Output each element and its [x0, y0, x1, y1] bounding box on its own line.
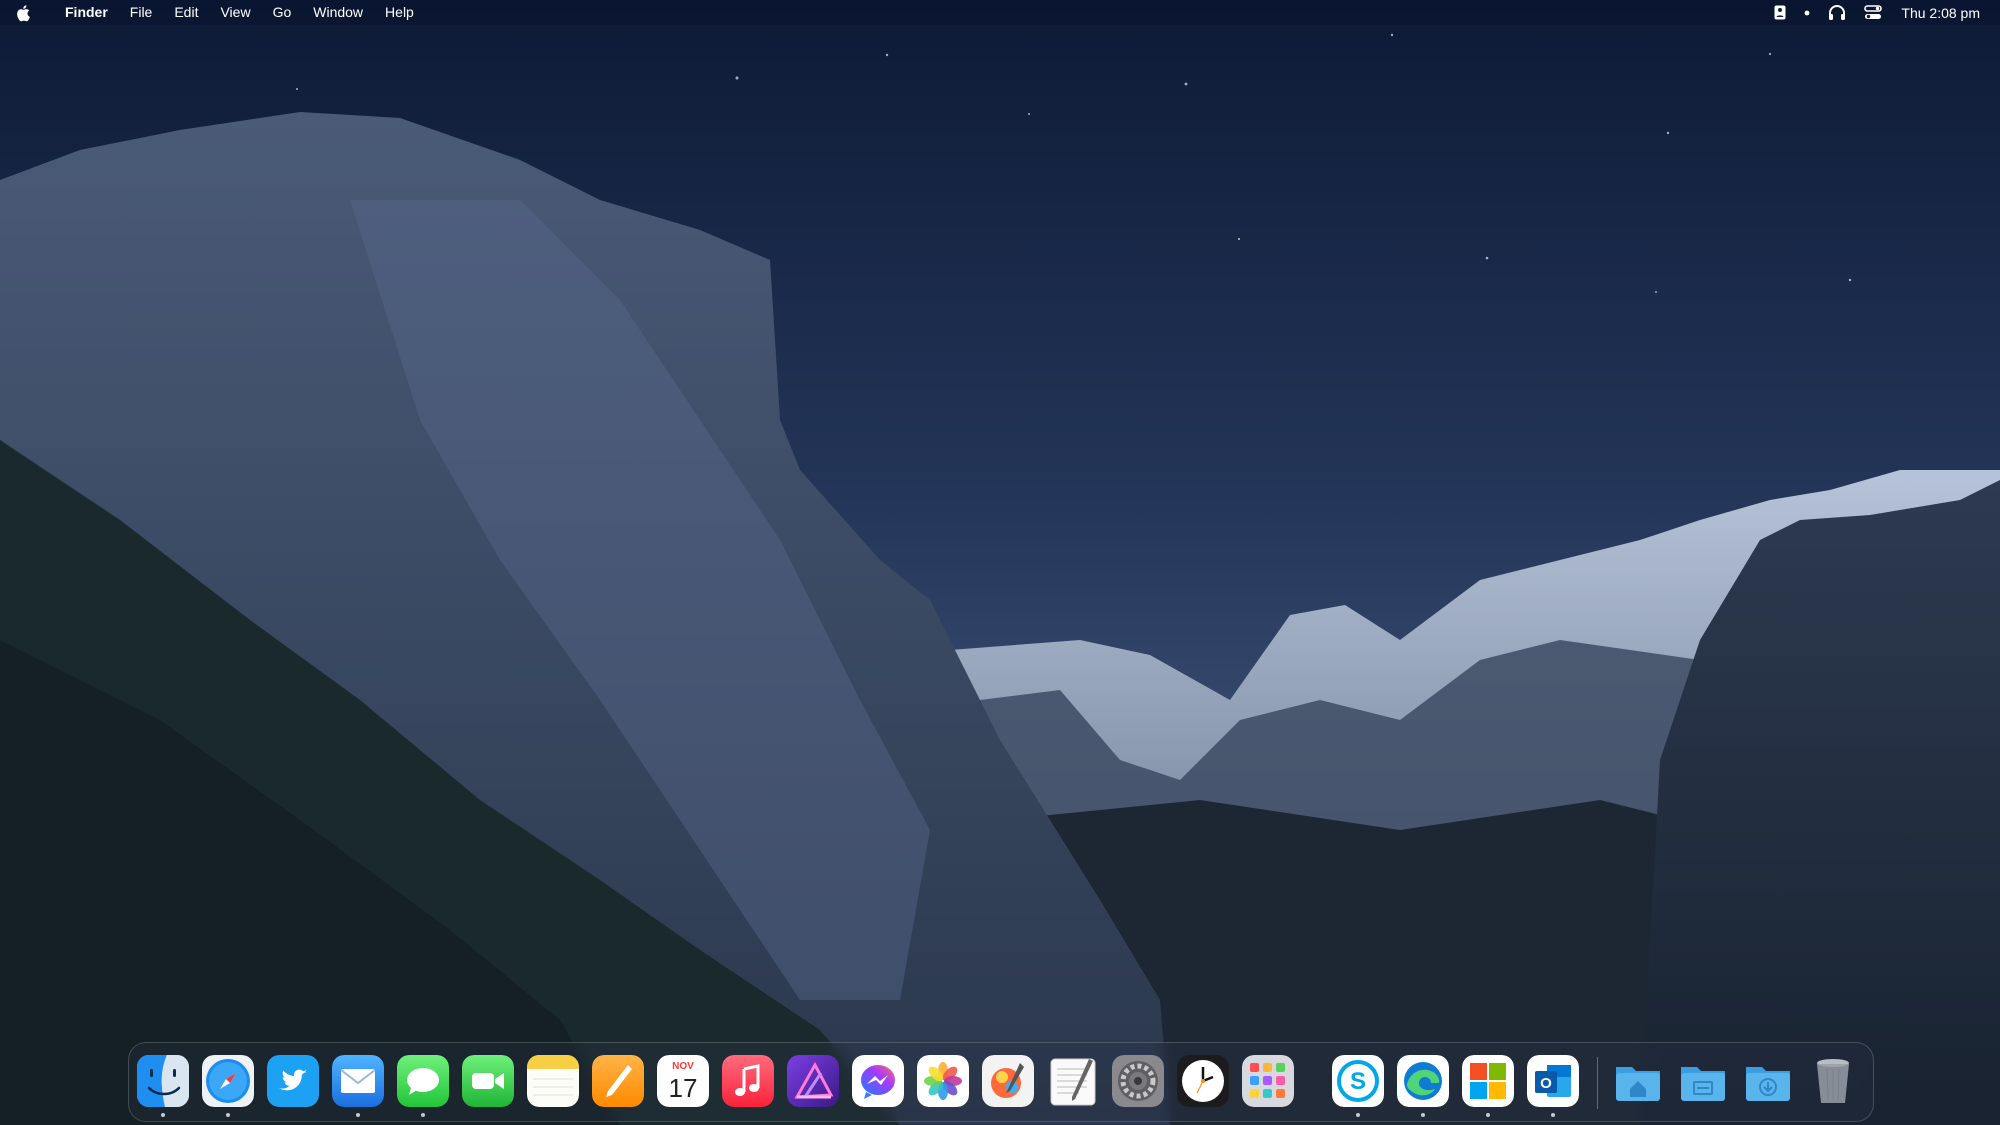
menu-view[interactable]: View [209, 0, 261, 25]
dock-stack-trash[interactable] [1807, 1055, 1859, 1107]
dock-app-finder[interactable] [137, 1055, 189, 1107]
dot-icon[interactable] [1804, 10, 1810, 16]
dock-app-launchpad[interactable] [1242, 1055, 1294, 1107]
running-indicator [1551, 1113, 1555, 1117]
safari-icon [202, 1055, 254, 1107]
dock-app-textedit[interactable] [1047, 1055, 1099, 1107]
dock-app-twitter[interactable] [267, 1055, 319, 1107]
apple-menu-icon[interactable] [16, 4, 38, 22]
dock-app-notes[interactable] [527, 1055, 579, 1107]
dock-stack-downloads[interactable] [1742, 1055, 1794, 1107]
svg-text:S: S [1350, 1068, 1366, 1095]
dock-app-skype[interactable]: S [1332, 1055, 1384, 1107]
pages-icon [592, 1055, 644, 1107]
dock-app-affinity[interactable] [787, 1055, 839, 1107]
menu-go[interactable]: Go [262, 0, 303, 25]
documents-folder-icon [1681, 1067, 1725, 1101]
notes-icon [527, 1055, 579, 1107]
headphones-icon[interactable] [1828, 4, 1846, 21]
pixelmator-icon [982, 1055, 1034, 1107]
textedit-icon [1050, 1058, 1096, 1106]
finder-icon [137, 1055, 189, 1107]
dock-app-system-preferences[interactable] [1112, 1055, 1164, 1107]
affinity-icon [787, 1055, 839, 1107]
calendar-day: 17 [669, 1073, 698, 1103]
dock-app-microsoft-store[interactable] [1462, 1055, 1514, 1107]
twitter-icon [267, 1055, 319, 1107]
music-icon [722, 1055, 774, 1107]
menu-window[interactable]: Window [302, 0, 374, 25]
launchpad-icon [1242, 1055, 1294, 1107]
trash-icon [1817, 1059, 1849, 1103]
dock-separator [1597, 1057, 1598, 1109]
running-indicator [1486, 1113, 1490, 1117]
microsoft-store-icon [1462, 1055, 1514, 1107]
dock-app-music[interactable] [722, 1055, 774, 1107]
dock-app-facetime[interactable] [462, 1055, 514, 1107]
dock-app-photos[interactable] [917, 1055, 969, 1107]
dock-app-safari[interactable] [202, 1055, 254, 1107]
facetime-icon [462, 1055, 514, 1107]
running-indicator [1421, 1113, 1425, 1117]
dock-app-pages[interactable] [592, 1055, 644, 1107]
dock-app-pixelmator[interactable] [982, 1055, 1034, 1107]
calendar-icon: NOV17 [657, 1055, 709, 1107]
menu-edit[interactable]: Edit [163, 0, 209, 25]
photos-icon [917, 1055, 969, 1107]
dock-app-calendar[interactable]: NOV 17 [657, 1055, 709, 1107]
dock-stack-documents[interactable] [1677, 1055, 1729, 1107]
running-indicator [161, 1113, 165, 1117]
menu-bar: Finder File Edit View Go Window Help Thu… [0, 0, 2000, 25]
system-preferences-icon [1112, 1055, 1164, 1107]
dock-app-mail[interactable] [332, 1055, 384, 1107]
messages-icon [397, 1055, 449, 1107]
dock-app-messenger[interactable] [852, 1055, 904, 1107]
dock-app-messages[interactable] [397, 1055, 449, 1107]
menu-bar-clock[interactable]: Thu 2:08 pm [1901, 5, 1980, 21]
control-center-icon[interactable] [1864, 5, 1883, 20]
svg-text:O: O [1540, 1075, 1552, 1092]
dock-stack-home[interactable] [1612, 1055, 1664, 1107]
menu-bar-status: Thu 2:08 pm [1765, 0, 2000, 25]
running-indicator [421, 1113, 425, 1117]
clock-icon [1177, 1055, 1229, 1107]
running-indicator [226, 1113, 230, 1117]
menu-bar-left: Finder File Edit View Go Window Help [0, 0, 425, 25]
menu-app-name[interactable]: Finder [54, 0, 119, 25]
outlook-icon: O [1527, 1055, 1579, 1107]
running-indicator [356, 1113, 360, 1117]
messenger-icon [852, 1055, 904, 1107]
user-account-icon[interactable] [1774, 5, 1786, 20]
dock: NOV 17 S O [128, 1042, 1874, 1122]
desktop-wallpaper [0, 0, 2000, 1125]
running-indicator [1356, 1113, 1360, 1117]
dock-app-edge[interactable] [1397, 1055, 1449, 1107]
mail-icon [332, 1055, 384, 1107]
downloads-folder-icon [1746, 1067, 1790, 1101]
skype-icon: S [1332, 1055, 1384, 1107]
home-folder-icon [1616, 1067, 1660, 1101]
edge-icon [1397, 1055, 1449, 1107]
menu-help[interactable]: Help [374, 0, 425, 25]
menu-file[interactable]: File [119, 0, 164, 25]
dock-app-clock[interactable] [1177, 1055, 1229, 1107]
dock-app-outlook[interactable]: O [1527, 1055, 1579, 1107]
calendar-month: NOV [672, 1061, 694, 1072]
